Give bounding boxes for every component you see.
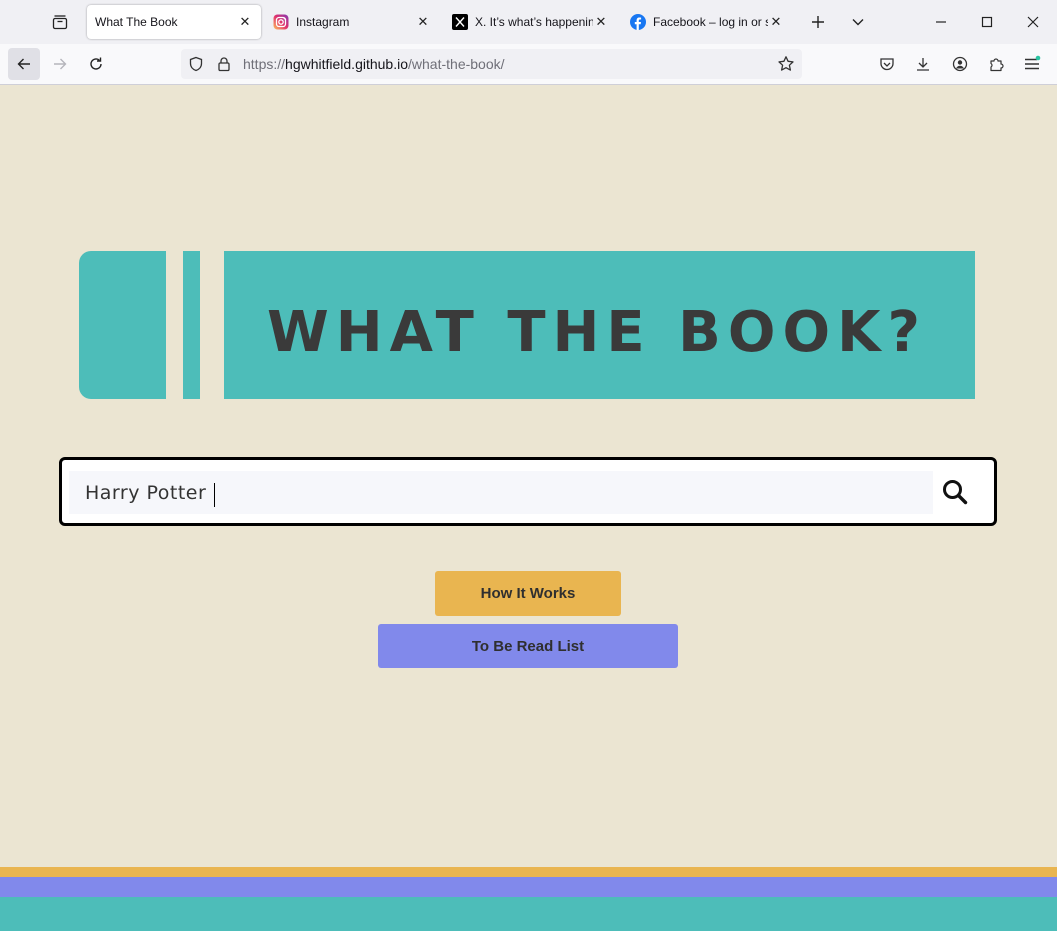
bookmark-star-icon[interactable] [777,55,795,78]
firefox-view-icon [52,15,68,30]
footer-stripe-teal [0,897,1057,931]
tab-title: X. It’s what’s happening [475,15,593,29]
navigation-toolbar: https://hgwhitfield.github.io/what-the-b… [0,44,1057,85]
url-path: /what-the-book/ [408,56,505,72]
minimize-icon [936,21,946,23]
tab-facebook[interactable]: Facebook – log in or sign ✕ [630,5,788,39]
tab-close-icon[interactable]: ✕ [593,14,609,30]
tab-x[interactable]: X. It’s what’s happening ✕ [452,5,615,39]
url-text[interactable]: https://hgwhitfield.github.io/what-the-b… [243,56,505,72]
tab-close-icon[interactable]: ✕ [415,14,431,30]
reload-icon [90,57,102,70]
search-button[interactable] [940,477,970,507]
new-tab-button[interactable] [808,12,828,32]
account-button[interactable] [950,54,970,74]
footer-stripe-periwinkle [0,877,1057,897]
url-host: hgwhitfield.github.io [285,56,409,72]
downloads-button[interactable] [913,54,933,74]
x-icon [452,14,468,30]
forward-button[interactable] [44,48,76,80]
tab-bar: What The Book ✕ Instagram ✕ X. It’s what… [0,0,1057,44]
tab-instagram[interactable]: Instagram ✕ [273,5,437,39]
url-scheme: https:// [243,56,286,72]
tab-close-icon[interactable]: ✕ [768,14,784,30]
pocket-icon [880,58,894,71]
arrow-right-icon [54,58,67,70]
logo-book-stripe [183,251,200,399]
close-icon [1027,16,1039,28]
tab-close-icon[interactable]: ✕ [237,14,253,30]
logo-title: WHAT THE BOOK? [267,300,927,365]
close-window-button[interactable] [1019,8,1047,36]
chevron-down-icon [852,19,864,26]
download-icon [917,58,929,71]
logo-book-cover: WHAT THE BOOK? [224,251,975,399]
search-icon [943,480,968,505]
minimize-button[interactable] [927,8,955,36]
reload-button[interactable] [80,48,112,80]
to-be-read-list-button[interactable]: To Be Read List [378,624,678,668]
search-input[interactable] [69,471,933,514]
instagram-icon [273,14,289,30]
back-button[interactable] [8,48,40,80]
arrow-left-icon [17,58,30,70]
pocket-button[interactable] [877,54,897,74]
firefox-view-button[interactable] [48,10,72,34]
facebook-icon [630,14,646,30]
account-icon [952,56,968,72]
maximize-button[interactable] [973,8,1001,36]
tracking-protection-shield-icon[interactable] [188,56,204,77]
lock-icon[interactable] [216,56,232,77]
list-all-tabs-button[interactable] [848,12,868,32]
how-it-works-button[interactable]: How It Works [435,571,621,616]
text-cursor [214,483,215,507]
extensions-button[interactable] [986,54,1006,74]
tab-title: Instagram [296,15,350,29]
tab-what-the-book[interactable]: What The Book ✕ [87,5,261,39]
search-form [59,457,997,526]
menu-button[interactable] [1022,54,1042,74]
hamburger-menu-icon [1025,55,1041,70]
maximize-icon [981,16,993,28]
site-logo: WHAT THE BOOK? [79,251,976,399]
tab-title: Facebook – log in or sign [653,15,768,29]
plus-icon [812,16,824,28]
address-bar[interactable]: https://hgwhitfield.github.io/what-the-b… [181,49,802,79]
tab-title: What The Book [95,15,178,29]
footer-stripe-yellow [0,867,1057,877]
puzzle-icon [990,58,1004,72]
logo-book-spine [79,251,166,399]
